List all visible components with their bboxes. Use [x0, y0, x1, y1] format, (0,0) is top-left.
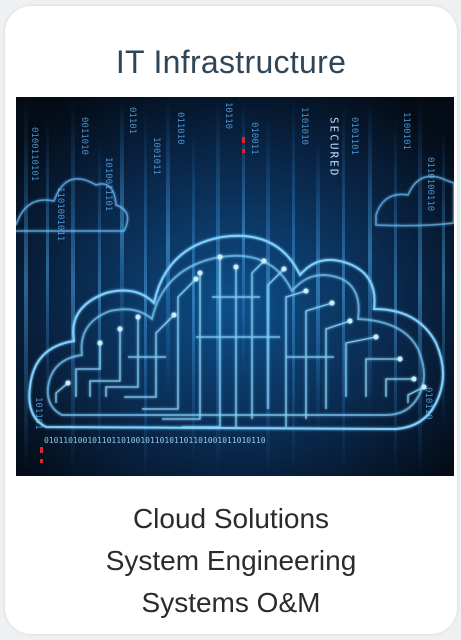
svg-text:0110100110: 0110100110 [425, 157, 435, 211]
service-cloud-solutions: Cloud Solutions [132, 503, 330, 534]
svg-text:0101101: 0101101 [349, 117, 359, 155]
svg-text:0011010: 0011010 [79, 117, 89, 155]
svg-text:1101010: 1101010 [299, 107, 309, 145]
svg-text:010110100101101101001011010110: 0101101001011011010010110101101101001011… [44, 436, 266, 445]
svg-text:10110: 10110 [223, 102, 233, 129]
svg-text:011010: 011010 [175, 112, 185, 145]
svg-text:010011: 010011 [249, 122, 259, 155]
service-system-engineering: System Engineering [105, 545, 357, 576]
cloud-circuit-illustration: 0100110101 1101001011 0011010 1010011101… [16, 97, 454, 476]
services-list: Cloud Solutions System Engineering Syste… [5, 498, 457, 624]
svg-text:0100110101: 0100110101 [29, 127, 39, 181]
it-infrastructure-card[interactable]: IT Infrastructure 0100110101 1101001011 … [5, 6, 457, 634]
svg-text:1001011: 1001011 [151, 137, 161, 175]
svg-text:01101: 01101 [127, 107, 137, 134]
secured-text: SECURED [328, 117, 341, 177]
cloud-circuit-image: 0100110101 1101001011 0011010 1010011101… [16, 97, 454, 476]
service-systems-om: Systems O&M [141, 587, 321, 618]
svg-text:1100101: 1100101 [401, 112, 411, 150]
card-title: IT Infrastructure [115, 44, 347, 80]
